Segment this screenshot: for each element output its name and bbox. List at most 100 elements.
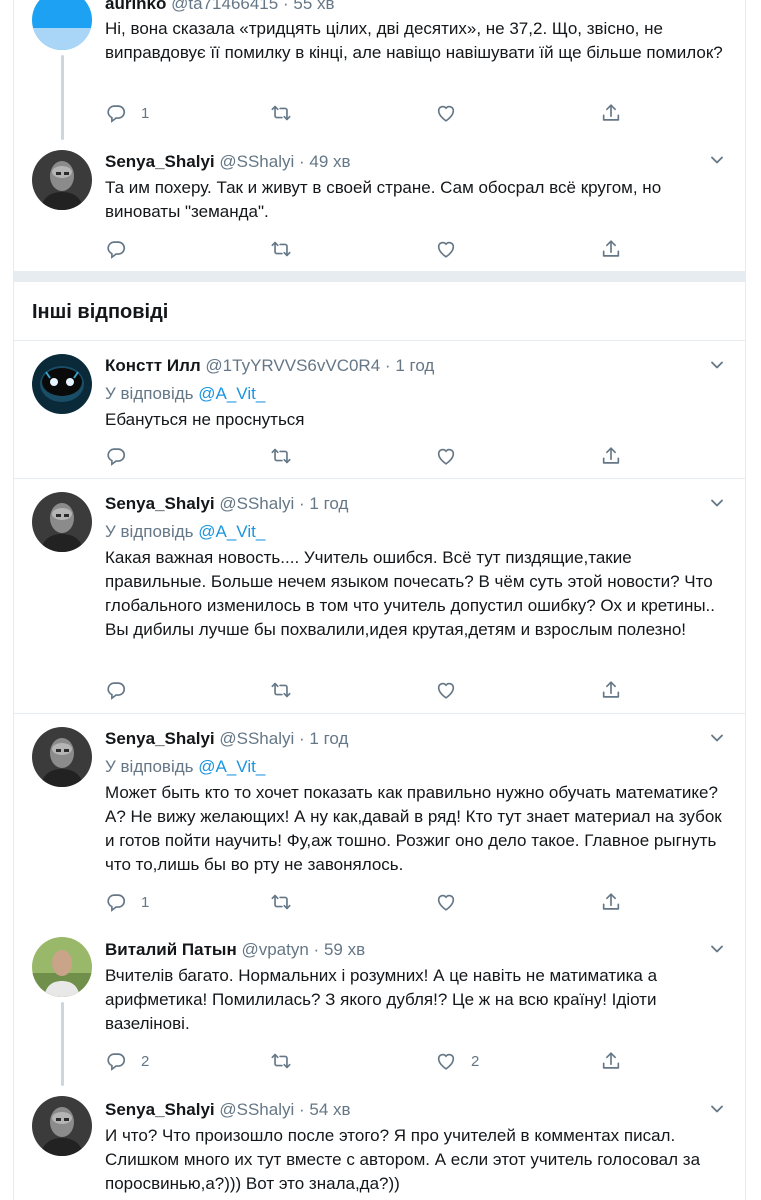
tweet[interactable]: aurinko @ta71466415 · 55 хв Ні, вона ска… — [14, 0, 745, 140]
section-title: Інші відповіді — [32, 301, 169, 323]
retweet-button[interactable] — [270, 1049, 292, 1073]
like-count: 2 — [471, 1052, 480, 1070]
like-button[interactable] — [435, 444, 457, 468]
reply-icon — [105, 679, 127, 701]
retweet-button[interactable] — [270, 444, 292, 468]
section-divider — [14, 271, 745, 282]
tweet-header: Senya_Shalyi @SShalyi · 1 год — [105, 492, 721, 516]
retweet-button[interactable] — [270, 237, 292, 261]
share-button[interactable] — [600, 444, 622, 468]
author-handle[interactable]: @1TyYRVVS6vVC0R4 — [205, 356, 380, 375]
tweet-text: Вчителів багато. Нормальних і розумних! … — [105, 966, 662, 1033]
reply-to-mention[interactable]: @A_Vit_ — [198, 757, 265, 776]
timestamp[interactable]: 55 хв — [293, 0, 334, 13]
reply-button[interactable] — [105, 678, 127, 702]
share-icon — [600, 679, 622, 701]
like-button[interactable] — [435, 890, 457, 914]
chevron-down-icon[interactable] — [709, 1101, 725, 1117]
timestamp[interactable]: 1 год — [309, 729, 348, 748]
avatar[interactable] — [32, 727, 92, 787]
share-button[interactable] — [600, 1049, 622, 1073]
author-name[interactable]: aurinko — [105, 0, 166, 13]
author-name[interactable]: Senya_Shalyi — [105, 494, 215, 513]
author-name[interactable]: Senya_Shalyi — [105, 152, 215, 171]
reply-to-label: У відповідь — [105, 522, 194, 541]
retweet-icon — [270, 679, 292, 701]
reply-to-mention[interactable]: @A_Vit_ — [198, 384, 265, 403]
tweet[interactable]: Констт Илл @1TyYRVVS6vVC0R4 · 1 год У ві… — [14, 341, 745, 479]
reply-to-mention[interactable]: @A_Vit_ — [198, 522, 265, 541]
reply-count: 2 — [141, 1052, 150, 1070]
like-button[interactable] — [435, 678, 457, 702]
share-icon — [600, 238, 622, 260]
tweet-header: Senya_Shalyi @SShalyi · 1 год — [105, 727, 721, 751]
heart-icon — [435, 102, 457, 124]
avatar[interactable] — [32, 1096, 92, 1156]
tweet-actions — [105, 237, 645, 261]
tweet-actions: 1 — [105, 101, 645, 125]
retweet-button[interactable] — [270, 678, 292, 702]
tweet-header: aurinko @ta71466415 · 55 хв — [105, 0, 721, 16]
avatar[interactable] — [32, 492, 92, 552]
like-button[interactable] — [435, 237, 457, 261]
timestamp[interactable]: 1 год — [395, 356, 434, 375]
chevron-down-icon[interactable] — [709, 357, 725, 373]
avatar[interactable] — [32, 354, 92, 414]
reply-button[interactable]: 1 — [105, 101, 149, 125]
share-button[interactable] — [600, 678, 622, 702]
timestamp[interactable]: 49 хв — [309, 152, 350, 171]
avatar[interactable] — [32, 150, 92, 210]
reply-button[interactable]: 2 — [105, 1049, 149, 1073]
tweet-text: Та им похеру. Так и живут в своей стране… — [105, 178, 666, 221]
author-handle[interactable]: @vpatyn — [241, 940, 308, 959]
chevron-down-icon[interactable] — [709, 730, 725, 746]
retweet-button[interactable] — [270, 890, 292, 914]
tweet-text: Какая важная новость.... Учитель ошибся.… — [105, 548, 725, 639]
author-name[interactable]: Senya_Shalyi — [105, 1100, 215, 1119]
like-button[interactable]: 2 — [435, 1049, 479, 1073]
author-handle[interactable]: @SShalyi — [219, 1100, 294, 1119]
reply-button[interactable] — [105, 444, 127, 468]
tweet-header: Констт Илл @1TyYRVVS6vVC0R4 · 1 год — [105, 354, 721, 378]
author-handle[interactable]: @ta71466415 — [171, 0, 278, 13]
share-button[interactable] — [600, 101, 622, 125]
avatar[interactable] — [32, 0, 92, 50]
author-handle[interactable]: @SShalyi — [219, 729, 294, 748]
chevron-down-icon[interactable] — [709, 152, 725, 168]
share-icon — [600, 102, 622, 124]
like-button[interactable] — [435, 101, 457, 125]
avatar[interactable] — [32, 937, 92, 997]
retweet-icon — [270, 238, 292, 260]
author-name[interactable]: Senya_Shalyi — [105, 729, 215, 748]
tweet[interactable]: Senya_Shalyi @SShalyi · 54 хв И что? Что… — [14, 1086, 745, 1200]
chevron-down-icon[interactable] — [709, 941, 725, 957]
tweet[interactable]: Senya_Shalyi @SShalyi · 49 хв Та им похе… — [14, 140, 745, 271]
tweet[interactable]: Senya_Shalyi @SShalyi · 1 год У відповід… — [14, 479, 745, 714]
share-icon — [600, 891, 622, 913]
share-icon — [600, 1050, 622, 1072]
tweet[interactable]: Senya_Shalyi @SShalyi · 1 год У відповід… — [14, 714, 745, 926]
timestamp[interactable]: 54 хв — [309, 1100, 350, 1119]
timestamp[interactable]: 1 год — [309, 494, 348, 513]
tweet-text: И что? Что произошло после этого? Я про … — [105, 1126, 705, 1193]
author-name[interactable]: Виталий Патын — [105, 940, 237, 959]
retweet-icon — [270, 445, 292, 467]
timestamp[interactable]: 59 хв — [324, 940, 365, 959]
share-button[interactable] — [600, 237, 622, 261]
chevron-down-icon[interactable] — [709, 495, 725, 511]
reply-button[interactable]: 1 — [105, 890, 149, 914]
reply-button[interactable] — [105, 237, 127, 261]
retweet-button[interactable] — [270, 101, 292, 125]
author-handle[interactable]: @SShalyi — [219, 494, 294, 513]
tweet[interactable]: Виталий Патын @vpatyn · 59 хв Вчителів б… — [14, 926, 745, 1086]
tweet-text: Может быть кто то хочет показать как пра… — [105, 783, 727, 874]
author-handle[interactable]: @SShalyi — [219, 152, 294, 171]
author-name[interactable]: Констт Илл — [105, 356, 201, 375]
reply-to-line: У відповідь @A_Vit_ — [105, 755, 265, 779]
tweet-actions: 1 — [105, 890, 645, 914]
reply-to-line: У відповідь @A_Vit_ — [105, 382, 265, 406]
separator-dot: · — [384, 356, 391, 375]
separator-dot: · — [299, 152, 305, 171]
retweet-icon — [270, 891, 292, 913]
share-button[interactable] — [600, 890, 622, 914]
